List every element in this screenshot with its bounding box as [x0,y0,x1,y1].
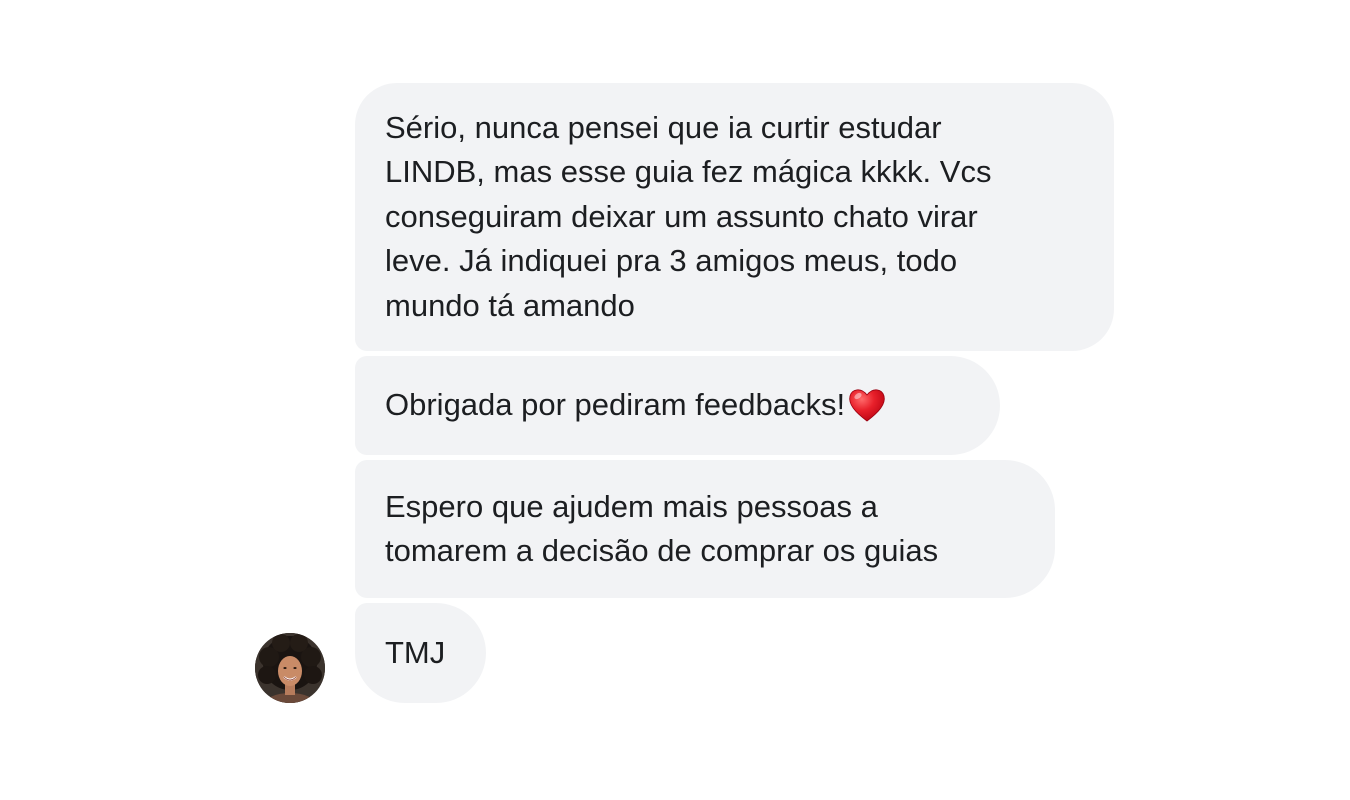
message-bubble[interactable]: Sério, nunca pensei que ia curtir estuda… [355,83,1114,351]
message-text: Sério, nunca pensei que ia curtir estuda… [385,109,992,323]
message-bubble[interactable]: Espero que ajudem mais pessoas a tomarem… [355,460,1055,598]
message-bubble[interactable]: Obrigada por pediram feedbacks! [355,356,1000,455]
message-text: Espero que ajudem mais pessoas a tomarem… [385,488,939,569]
message-bubble[interactable]: TMJ [355,603,486,703]
message-text: Obrigada por pediram feedbacks! [385,383,887,428]
message-text: TMJ [385,634,446,670]
avatar-photo [255,633,325,703]
heart-icon [847,385,887,425]
avatar[interactable] [255,633,325,703]
message-thread: Sério, nunca pensei que ia curtir estuda… [0,0,1350,800]
